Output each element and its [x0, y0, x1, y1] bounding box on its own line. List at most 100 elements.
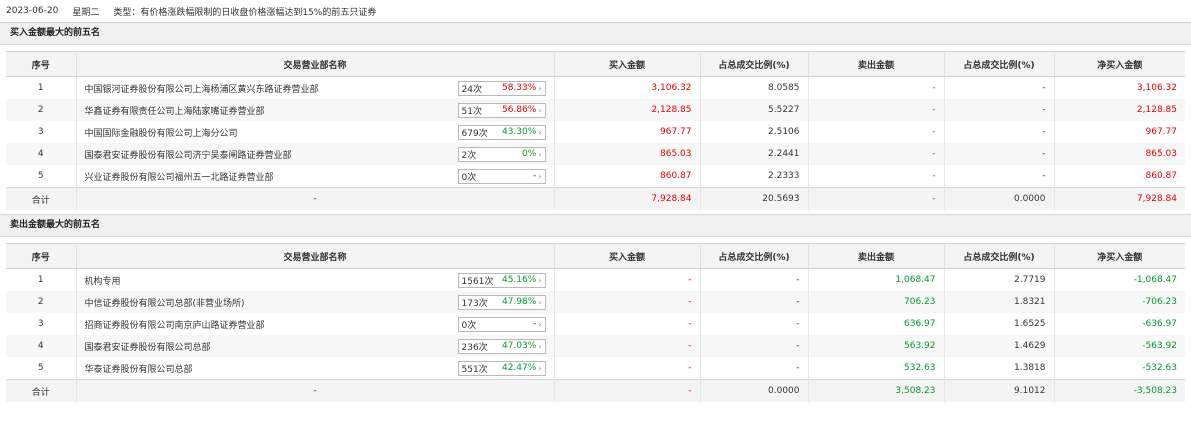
total-buy: -: [554, 379, 701, 402]
trade-date: 2023-06-20: [6, 6, 59, 16]
broker-stats-dropdown[interactable]: 2次 0% ›: [457, 146, 546, 162]
broker-cell: 招商证券股份有限公司南京庐山路证券营业部 0次 - ›: [76, 313, 555, 335]
broker-name-link[interactable]: 中国国际金融股份有限公司上海分公司: [85, 126, 238, 139]
sell-ratio: -: [944, 143, 1055, 165]
broker-cell: 中信证券股份有限公司总部(非营业场所) 173次 47.98% ›: [76, 291, 555, 313]
row-seq: 3: [6, 313, 77, 335]
row-seq: 3: [6, 121, 77, 143]
col-seq: 序号: [6, 243, 77, 269]
appearance-count: 51次: [461, 106, 482, 117]
total-buy-ratio: 0.0000: [700, 379, 809, 402]
broker-stats-dropdown[interactable]: 51次 56.86% ›: [457, 102, 546, 118]
caret-right-icon: ›: [538, 341, 542, 351]
table-row: 2 华鑫证券有限责任公司上海陆家嘴证券营业部 51次 56.86% › 2,128.85 5…: [6, 99, 1185, 121]
table-row: 5 兴业证券股份有限公司福州五一北路证券营业部 0次 - › 860.87 2.2333- -…: [6, 165, 1185, 188]
broker-name-link[interactable]: 招商证券股份有限公司南京庐山路证券营业部: [85, 318, 265, 331]
win-rate: 47.03%: [501, 341, 537, 351]
table-row: 2 中信证券股份有限公司总部(非营业场所) 173次 47.98% › - -706.23 1…: [6, 291, 1185, 313]
broker-wrap: 华泰证券股份有限公司总部 551次 42.47% ›: [85, 360, 546, 376]
broker-stats-dropdown[interactable]: 1561次 45.16% ›: [457, 272, 546, 288]
row-seq: 1: [6, 76, 77, 99]
sell-panel: 序号 交易营业部名称 买入金额 占总成交比例(%) 卖出金额 占总成交比例(%)…: [0, 237, 1191, 406]
buy-amount: -: [554, 335, 701, 357]
sell-amount: -: [808, 76, 945, 99]
win-rate: 0%: [522, 149, 537, 159]
net-amount: -1,068.47: [1133, 275, 1177, 285]
broker-name-link[interactable]: 华泰证券股份有限公司总部: [85, 362, 193, 375]
buy-amount: 3,106.32: [554, 76, 701, 99]
sell-amount: -: [808, 121, 945, 143]
col-buy-ratio: 占总成交比例(%): [700, 51, 809, 77]
col-buy-ratio: 占总成交比例(%): [700, 243, 809, 269]
broker-name-link[interactable]: 华鑫证券有限责任公司上海陆家嘴证券营业部: [85, 104, 265, 117]
row-seq: 2: [6, 99, 77, 121]
broker-stats-dropdown[interactable]: 679次 43.30% ›: [457, 124, 546, 140]
col-net: 净买入金额: [1054, 51, 1185, 77]
broker-wrap: 中国银河证券股份有限公司上海杨浦区黄兴东路证券营业部 24次 58.33% ›: [85, 80, 546, 96]
appearance-count: 1561次: [461, 276, 494, 287]
table-row: 5 华泰证券股份有限公司总部 551次 42.47% › - -532.63 1.3818 -5…: [6, 357, 1185, 380]
broker-stats-dropdown[interactable]: 0次 - ›: [457, 168, 546, 184]
broker-stats-dropdown[interactable]: 551次 42.47% ›: [457, 360, 546, 376]
broker-name-link[interactable]: 国泰君安证券股份有限公司济宁吴泰闸路证券营业部: [85, 148, 292, 161]
net-amount: -532.63: [1142, 363, 1177, 373]
total-sell-ratio: 0.0000: [944, 187, 1055, 210]
col-sell-ratio: 占总成交比例(%): [944, 51, 1055, 77]
broker-wrap: 中信证券股份有限公司总部(非营业场所) 173次 47.98% ›: [85, 294, 546, 310]
appearance-count: 551次: [461, 364, 488, 375]
broker-cell: 华鑫证券有限责任公司上海陆家嘴证券营业部 51次 56.86% ›: [76, 99, 555, 121]
col-sell: 卖出金额: [808, 51, 945, 77]
buy-table: 序号 交易营业部名称 买入金额 占总成交比例(%) 卖出金额 占总成交比例(%)…: [6, 51, 1185, 210]
buy-ratio: 2.5106: [700, 121, 809, 143]
sell-ratio: 1.6525: [944, 313, 1055, 335]
row-seq: 5: [6, 165, 77, 188]
table-row: 1 机构专用 1561次 45.16% › - -1,068.47 2.7719 -1,068.…: [6, 268, 1185, 291]
broker-name-link[interactable]: 国泰君安证券股份有限公司总部: [85, 340, 211, 353]
col-buy: 买入金额: [554, 51, 701, 77]
appearance-count: 0次: [461, 172, 477, 183]
buy-ratio: 5.5227: [700, 99, 809, 121]
total-label: 合计: [6, 187, 77, 210]
broker-stats-dropdown[interactable]: 24次 58.33% ›: [457, 80, 546, 96]
col-sell: 卖出金额: [808, 243, 945, 269]
broker-name-link[interactable]: 中国银河证券股份有限公司上海杨浦区黄兴东路证券营业部: [85, 82, 319, 95]
buy-ratio: -: [700, 268, 809, 291]
caret-right-icon: ›: [538, 171, 542, 181]
sell-amount: 706.23: [808, 291, 945, 313]
broker-stats-dropdown[interactable]: 236次 47.03% ›: [457, 338, 546, 354]
broker-cell: 国泰君安证券股份有限公司总部 236次 47.03% ›: [76, 335, 555, 357]
sell-amount: 563.92: [808, 335, 945, 357]
row-seq: 4: [6, 335, 77, 357]
col-seq: 序号: [6, 51, 77, 77]
win-rate: 47.98%: [501, 297, 537, 307]
broker-name-link[interactable]: 兴业证券股份有限公司福州五一北路证券营业部: [85, 170, 274, 183]
buy-ratio: 2.2333: [700, 165, 809, 188]
broker-stats-dropdown[interactable]: 0次 - ›: [457, 316, 546, 332]
weekday: 星期二: [72, 7, 100, 18]
broker-wrap: 国泰君安证券股份有限公司济宁吴泰闸路证券营业部 2次 0% ›: [85, 146, 546, 162]
broker-wrap: 华鑫证券有限责任公司上海陆家嘴证券营业部 51次 56.86% ›: [85, 102, 546, 118]
total-broker: -: [76, 187, 555, 210]
sell-ratio: 1.4629: [944, 335, 1055, 357]
caret-right-icon: ›: [538, 363, 542, 373]
broker-cell: 中国银河证券股份有限公司上海杨浦区黄兴东路证券营业部 24次 58.33% ›: [76, 76, 555, 99]
net-amount: 967.77: [1145, 127, 1178, 137]
caret-right-icon: ›: [538, 319, 542, 329]
sell-ratio: -: [944, 121, 1055, 143]
sell-ratio: -: [944, 165, 1055, 188]
table-row: 4 国泰君安证券股份有限公司济宁吴泰闸路证券营业部 2次 0% › 865.03 2.244…: [6, 143, 1185, 165]
sell-table-header: 序号 交易营业部名称 买入金额 占总成交比例(%) 卖出金额 占总成交比例(%)…: [6, 243, 1185, 269]
sell-amount: -: [808, 143, 945, 165]
type-description: 类型：有价格涨跌幅限制的日收盘价格涨幅达到15%的前五只证券: [113, 7, 377, 18]
broker-name-link[interactable]: 中信证券股份有限公司总部(非营业场所): [85, 296, 245, 309]
net-amount: 860.87: [1145, 171, 1178, 181]
col-broker: 交易营业部名称: [76, 243, 555, 269]
broker-name-link[interactable]: 机构专用: [85, 274, 121, 287]
broker-stats-dropdown[interactable]: 173次 47.98% ›: [457, 294, 546, 310]
buy-ratio: -: [700, 335, 809, 357]
total-sell: 3,508.23: [808, 379, 945, 402]
caret-right-icon: ›: [538, 127, 542, 137]
buy-ratio: -: [700, 313, 809, 335]
total-sell: -: [808, 187, 945, 210]
appearance-count: 0次: [461, 320, 477, 331]
